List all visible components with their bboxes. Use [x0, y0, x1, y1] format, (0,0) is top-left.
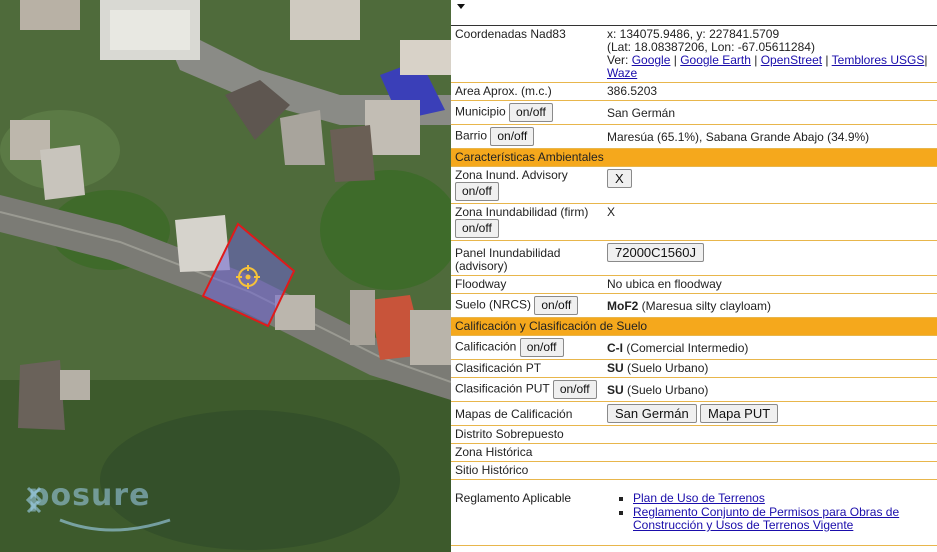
mapa-put-button[interactable]: Mapa PUT: [700, 404, 779, 423]
municipio-label: Municipio: [455, 104, 506, 119]
list-item: Reglamento Conjunto de Permisos para Obr…: [633, 506, 933, 532]
section-title: Calificación y Clasificación de Suelo: [451, 317, 937, 336]
row-barrio: Barrio on/off Maresúa (65.1%), Sabana Gr…: [451, 124, 937, 149]
calificacion-toggle-button[interactable]: on/off: [519, 338, 564, 357]
clasificacion-pt-label: Clasificación PT: [451, 359, 603, 378]
ver-links: Ver: Google | Google Earth | OpenStreet …: [607, 54, 933, 80]
property-info-panel: Coordenadas Nad83 x: 134075.9486, y: 227…: [451, 0, 937, 552]
row-municipio: Municipio on/off San Germán: [451, 100, 937, 125]
row-reglamento-aplicable: Reglamento Aplicable Plan de Uso de Terr…: [451, 479, 937, 546]
floodway-label: Floodway: [451, 275, 603, 294]
link-temblores-usgs[interactable]: Temblores USGS: [832, 53, 925, 67]
clasificacion-put-toggle-button[interactable]: on/off: [552, 380, 597, 399]
suelo-label: Suelo (NRCS): [455, 297, 532, 312]
link-reglamento-conjunto[interactable]: Reglamento Conjunto de Permisos para Obr…: [633, 505, 899, 532]
clasificacion-pt-code: SU: [607, 361, 624, 375]
suelo-toggle-button[interactable]: on/off: [534, 296, 579, 315]
sitio-historico-label: Sitio Histórico: [451, 461, 603, 480]
link-google[interactable]: Google: [632, 53, 671, 67]
zona-historica-label: Zona Histórica: [451, 443, 603, 462]
row-distrito-sobrepuesto: Distrito Sobrepuesto: [451, 425, 937, 444]
mapa-san-german-button[interactable]: San Germán: [607, 404, 697, 423]
clasificacion-put-code: SU: [607, 383, 624, 397]
row-floodway: Floodway No ubica en floodway: [451, 275, 937, 294]
calificacion-code: C-I: [607, 341, 623, 355]
watermark-logo: posure: [28, 478, 151, 513]
row-suelo-nrcs: Suelo (NRCS) on/off MoF2 (Maresua silty …: [451, 293, 937, 318]
separator: |: [750, 53, 761, 67]
property-info-table: Coordenadas Nad83 x: 134075.9486, y: 227…: [451, 26, 937, 546]
section-title: Características Ambientales: [451, 148, 937, 167]
area-label: Area Aprox. (m.c.): [451, 82, 603, 101]
barrio-label: Barrio: [455, 128, 488, 143]
zona-inund-advisory-label: Zona Inund. Advisory: [455, 168, 568, 182]
area-value: 386.5203: [603, 82, 937, 101]
section-calificacion-clasificacion: Calificación y Clasificación de Suelo: [451, 317, 937, 336]
row-clasificacion-put: Clasificación PUT on/off SU (Suelo Urban…: [451, 377, 937, 402]
link-openstreet[interactable]: OpenStreet: [761, 53, 822, 67]
separator: |: [924, 53, 928, 67]
clasificacion-put-description: (Suelo Urbano): [623, 383, 709, 397]
satellite-map[interactable]: posure: [0, 0, 451, 552]
floodway-value: No ubica en floodway: [603, 275, 937, 294]
reglamento-links: Plan de Uso de Terrenos Reglamento Conju…: [633, 492, 933, 532]
map-imagery: [0, 0, 451, 552]
clasificacion-put-label: Clasificación PUT: [455, 381, 550, 396]
separator: |: [670, 53, 681, 67]
barrio-toggle-button[interactable]: on/off: [490, 127, 535, 146]
clasificacion-pt-description: (Suelo Urbano): [623, 361, 709, 375]
section-caracteristicas-ambientales: Características Ambientales: [451, 148, 937, 167]
list-item: Plan de Uso de Terrenos: [633, 492, 933, 505]
separator: |: [822, 53, 832, 67]
suelo-description: (Maresua silty clayloam): [638, 299, 772, 313]
zona-inundabilidad-firm-value: X: [603, 203, 937, 241]
municipio-toggle-button[interactable]: on/off: [509, 103, 553, 122]
row-sitio-historico: Sitio Histórico: [451, 461, 937, 480]
mapas-calificacion-label: Mapas de Calificación: [451, 401, 603, 426]
row-coordenadas: Coordenadas Nad83 x: 134075.9486, y: 227…: [451, 26, 937, 83]
ver-label: Ver:: [607, 53, 629, 67]
row-clasificacion-pt: Clasificación PT SU (Suelo Urbano): [451, 359, 937, 378]
suelo-code: MoF2: [607, 299, 639, 313]
panel-inundabilidad-button[interactable]: 72000C1560J: [607, 243, 704, 262]
panel-header: [451, 0, 937, 26]
row-area: Area Aprox. (m.c.) 386.5203: [451, 82, 937, 101]
row-panel-inundabilidad: Panel Inundabilidad (advisory) 72000C156…: [451, 240, 937, 276]
calificacion-label: Calificación: [455, 339, 517, 354]
row-zona-inundabilidad-firm: Zona Inundabilidad (firm) on/off X: [451, 203, 937, 241]
row-mapas-calificacion: Mapas de Calificación San Germán Mapa PU…: [451, 401, 937, 426]
row-calificacion: Calificación on/off C-I (Comercial Inter…: [451, 335, 937, 360]
row-zona-historica: Zona Histórica: [451, 443, 937, 462]
zona-inundabilidad-firm-toggle-button[interactable]: on/off: [455, 219, 499, 238]
zona-inund-advisory-button[interactable]: X: [607, 169, 632, 188]
row-zona-inund-advisory: Zona Inund. Advisory on/off X: [451, 166, 937, 204]
reglamento-label: Reglamento Aplicable: [451, 479, 603, 546]
distrito-sobrepuesto-label: Distrito Sobrepuesto: [451, 425, 603, 444]
zona-inundabilidad-firm-label: Zona Inundabilidad (firm): [455, 205, 589, 219]
zona-inund-advisory-toggle-button[interactable]: on/off: [455, 182, 499, 201]
link-plan-uso-terrenos[interactable]: Plan de Uso de Terrenos: [633, 491, 765, 505]
link-google-earth[interactable]: Google Earth: [680, 53, 751, 67]
link-waze[interactable]: Waze: [607, 66, 637, 80]
barrio-value: Maresúa (65.1%), Sabana Grande Abajo (34…: [603, 124, 937, 149]
calificacion-description: (Comercial Intermedio): [623, 341, 749, 355]
caret-down-icon[interactable]: [457, 4, 465, 9]
panel-inundabilidad-label: Panel Inundabilidad (advisory): [451, 240, 603, 276]
municipio-value: San Germán: [603, 100, 937, 125]
coordenadas-label: Coordenadas Nad83: [451, 26, 603, 83]
